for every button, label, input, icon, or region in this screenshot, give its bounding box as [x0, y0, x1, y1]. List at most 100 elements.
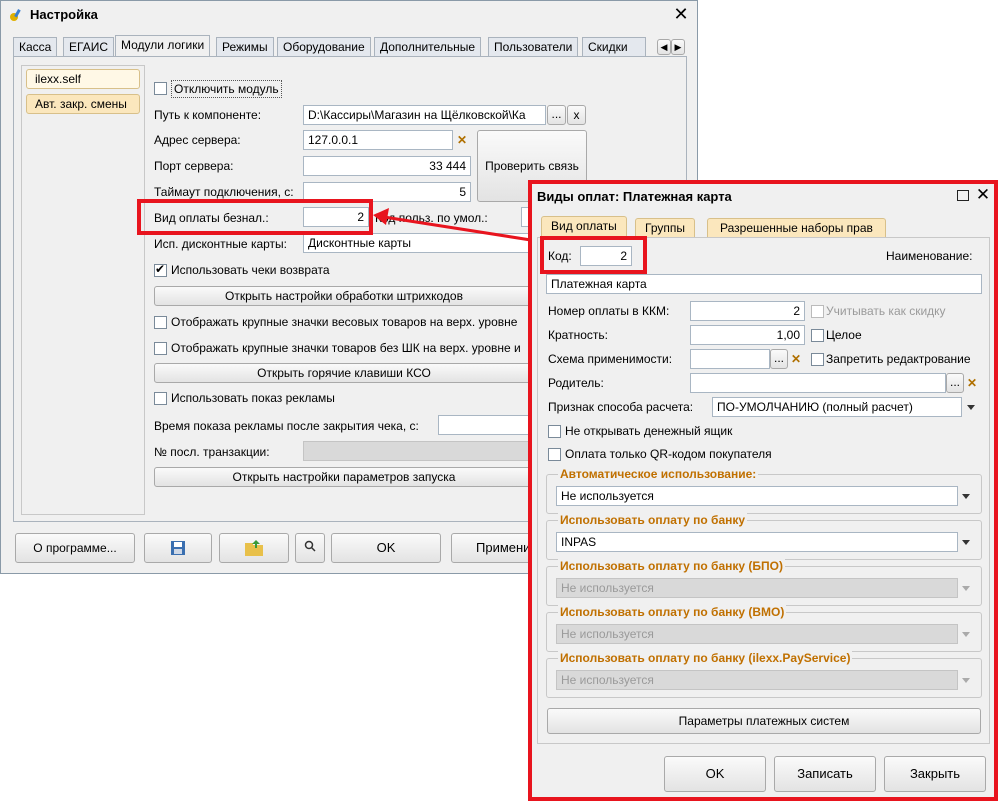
calc-dropdown-icon[interactable] — [963, 398, 979, 416]
as-discount-label: Учитывать как скидку — [826, 304, 946, 318]
bpo-dropdown-icon — [958, 579, 974, 597]
payservice-title: Использовать оплату по банку (ilexx.PayS… — [558, 650, 853, 666]
whole-label: Целое — [826, 328, 862, 342]
maximize-icon[interactable] — [957, 190, 969, 201]
scheme-browse-button[interactable]: ... — [770, 349, 788, 369]
port-input[interactable]: 33 444 — [303, 156, 471, 176]
hotkeys-button[interactable]: Открыть горячие клавиши КСО — [154, 363, 534, 383]
server-label: Адрес сервера: — [154, 133, 241, 147]
ads-time-label: Время показа рекламы после закрытия чека… — [154, 419, 419, 433]
parent-label: Родитель: — [548, 376, 604, 390]
tab-users[interactable]: Пользователи — [488, 37, 579, 57]
bank-title: Использовать оплату по банку — [558, 512, 748, 528]
tab-egais[interactable]: ЕГАИС — [63, 37, 114, 57]
path-clear-button[interactable]: x — [567, 105, 586, 125]
no-edit-checkbox[interactable] — [811, 353, 824, 366]
dialog-tab-groups[interactable]: Группы — [635, 218, 695, 238]
name-input[interactable]: Платежная карта — [546, 274, 982, 294]
tab-equipment[interactable]: Оборудование — [277, 37, 371, 57]
close-icon[interactable]: ✕ — [671, 4, 691, 24]
save-icon[interactable] — [144, 533, 212, 563]
use-returns-checkbox[interactable] — [154, 262, 167, 277]
kkm-label: Номер оплаты в ККМ: — [548, 304, 670, 318]
use-ads-checkbox[interactable] — [154, 392, 167, 405]
vmo-title: Использовать оплату по банку (ВМО) — [558, 604, 787, 620]
search-icon[interactable] — [295, 533, 325, 563]
disable-module-label: Отключить модуль — [171, 80, 282, 98]
vmo-dropdown-icon — [958, 625, 974, 643]
whole-checkbox[interactable] — [811, 329, 824, 342]
launch-settings-button[interactable]: Открыть настройки параметров запуска — [154, 467, 534, 487]
tab-modes[interactable]: Режимы — [216, 37, 274, 57]
payment-type-dialog: Виды оплат: Платежная карта ✕ Вид оплаты… — [532, 184, 994, 797]
big-nobarcode-icons-checkbox[interactable] — [154, 342, 167, 355]
use-ads-label: Использовать показ рекламы — [171, 391, 335, 405]
parent-browse-button[interactable]: ... — [946, 373, 964, 393]
module-item-auto-close[interactable]: Авт. закр. смены — [26, 94, 140, 114]
qr-only-checkbox[interactable] — [548, 448, 561, 461]
dialog-tab-paytype[interactable]: Вид оплаты — [541, 216, 627, 238]
dialog-close-icon[interactable]: ✕ — [974, 185, 992, 205]
path-input[interactable]: D:\Кассиры\Магазин на Щёлковской\Ка — [303, 105, 546, 125]
disable-module-checkbox[interactable] — [154, 82, 167, 95]
tab-discounts[interactable]: Скидки — [582, 37, 646, 57]
payment-systems-button[interactable]: Параметры платежных систем — [547, 708, 981, 734]
payservice-select: Не используется — [556, 670, 958, 690]
multiplicity-label: Кратность: — [548, 328, 608, 342]
tab-logic-modules[interactable]: Модули логики — [115, 35, 211, 57]
dialog-save-button[interactable]: Записать — [774, 756, 876, 792]
no-drawer-label: Не открывать денежный ящик — [565, 424, 733, 438]
big-weight-icons-label: Отображать крупные значки весовых товаро… — [171, 315, 518, 329]
kkm-input[interactable]: 2 — [690, 301, 805, 321]
path-label: Путь к компоненте: — [154, 108, 262, 122]
server-input[interactable]: 127.0.0.1 — [303, 130, 453, 150]
dialog-tab-rights[interactable]: Разрешенные наборы прав — [707, 218, 886, 238]
scheme-clear-icon[interactable]: ✕ — [788, 350, 804, 368]
discount-label: Исп. дисконтные карты: — [154, 237, 287, 251]
last-tx-label: № посл. транзакции: — [154, 445, 270, 459]
path-browse-button[interactable]: ... — [547, 105, 566, 125]
tab-additional[interactable]: Дополнительные — [374, 37, 481, 57]
as-discount-checkbox — [811, 305, 824, 318]
dialog-title: Виды оплат: Платежная карта — [537, 189, 732, 204]
qr-only-label: Оплата только QR-кодом покупателя — [565, 447, 772, 461]
big-nobarcode-icons-label: Отображать крупные значки товаров без ШК… — [171, 341, 521, 355]
server-clear-icon[interactable]: ✕ — [454, 131, 470, 149]
multiplicity-input[interactable]: 1,00 — [690, 325, 805, 345]
parent-input[interactable] — [690, 373, 946, 393]
calc-select[interactable]: ПО-УМОЛЧАНИЮ (полный расчет) — [712, 397, 962, 417]
big-weight-icons-checkbox[interactable] — [154, 316, 167, 329]
module-item-ilexx-self[interactable]: ilexx.self — [26, 69, 140, 89]
name-label: Наименование: — [886, 249, 973, 263]
timeout-label: Таймаут подключения, с: — [154, 185, 294, 199]
last-tx-input — [303, 441, 538, 461]
parent-clear-icon[interactable]: ✕ — [964, 374, 980, 392]
no-drawer-checkbox[interactable] — [548, 425, 561, 438]
bpo-select: Не используется — [556, 578, 958, 598]
bpo-title: Использовать оплату по банку (БПО) — [558, 558, 785, 574]
no-edit-label: Запретить редактрование — [826, 352, 971, 366]
about-button[interactable]: О программе... — [15, 533, 135, 563]
auto-use-select[interactable]: Не используется — [556, 486, 958, 506]
ok-button[interactable]: OK — [331, 533, 441, 563]
auto-use-dropdown-icon[interactable] — [958, 487, 974, 505]
paytype-highlight — [137, 199, 373, 235]
dialog-ok-button[interactable]: OK — [664, 756, 766, 792]
bank-dropdown-icon[interactable] — [958, 533, 974, 551]
tab-kassa[interactable]: Касса — [13, 37, 58, 57]
scheme-input[interactable] — [690, 349, 770, 369]
payservice-dropdown-icon — [958, 671, 974, 689]
scheme-label: Схема применимости: — [548, 352, 673, 366]
module-list — [21, 65, 145, 515]
bank-select[interactable]: INPAS — [556, 532, 958, 552]
folder-upload-icon[interactable] — [219, 533, 289, 563]
tab-scroll-right-icon[interactable]: ▶ — [671, 39, 685, 55]
tab-scroll-left-icon[interactable]: ◀ — [657, 39, 671, 55]
code-highlight — [540, 236, 647, 274]
use-returns-label: Использовать чеки возврата — [171, 263, 330, 277]
window-title: Настройка — [30, 7, 98, 22]
dialog-close-button[interactable]: Закрыть — [884, 756, 986, 792]
calc-label: Признак способа расчета: — [548, 400, 694, 414]
ads-time-input[interactable] — [438, 415, 538, 435]
barcode-settings-button[interactable]: Открыть настройки обработки штрихкодов — [154, 286, 534, 306]
